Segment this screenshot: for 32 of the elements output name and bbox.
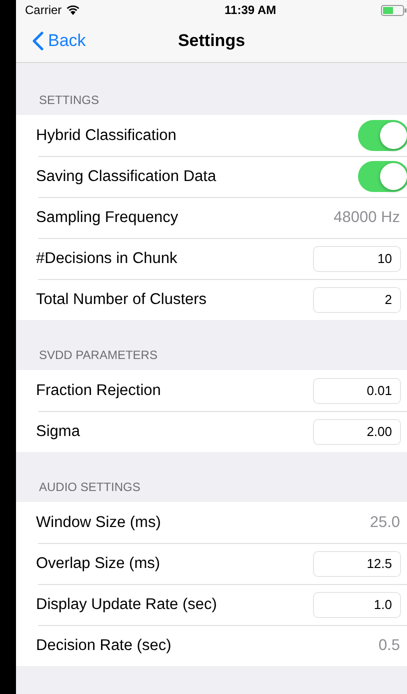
setting-label: Saving Classification Data xyxy=(36,168,216,186)
input-field[interactable]: 1.0 xyxy=(313,592,401,618)
chevron-left-icon xyxy=(32,31,44,51)
section-header: SETTINGS xyxy=(39,93,100,107)
section-header: AUDIO SETTINGS xyxy=(39,480,140,494)
setting-label: Sigma xyxy=(36,422,80,440)
setting-value: 25.0 xyxy=(370,514,400,532)
setting-label: Fraction Rejection xyxy=(36,382,161,400)
setting-value: 48000 Hz xyxy=(334,208,400,226)
input-field[interactable]: 0.01 xyxy=(313,378,401,404)
input-field[interactable]: 12.5 xyxy=(313,550,401,576)
setting-value: 0.5 xyxy=(378,636,400,654)
wifi-icon xyxy=(66,5,80,15)
carrier-label: Carrier xyxy=(25,3,62,17)
toggle-switch[interactable] xyxy=(358,161,407,192)
input-field[interactable]: 2.00 xyxy=(313,418,401,444)
input-field[interactable]: 2 xyxy=(313,286,401,312)
section-header: SVDD PARAMETERS xyxy=(39,348,158,362)
setting-label: #Decisions in Chunk xyxy=(36,250,178,268)
battery-icon xyxy=(380,4,407,16)
back-button[interactable]: Back xyxy=(32,31,86,51)
setting-label: Total Number of Clusters xyxy=(36,290,207,308)
toggle-switch[interactable] xyxy=(358,120,407,151)
setting-label: Window Size (ms) xyxy=(36,514,161,532)
clock-time: 11:39 AM xyxy=(224,3,276,17)
setting-label: Sampling Frequency xyxy=(36,208,178,226)
setting-label: Overlap Size (ms) xyxy=(36,554,160,572)
setting-label: Decision Rate (sec) xyxy=(36,636,172,654)
input-field[interactable]: 10 xyxy=(313,246,401,272)
screen-title: Settings xyxy=(178,31,246,50)
setting-label: Hybrid Classification xyxy=(36,126,176,144)
setting-label: Display Update Rate (sec) xyxy=(36,596,217,614)
